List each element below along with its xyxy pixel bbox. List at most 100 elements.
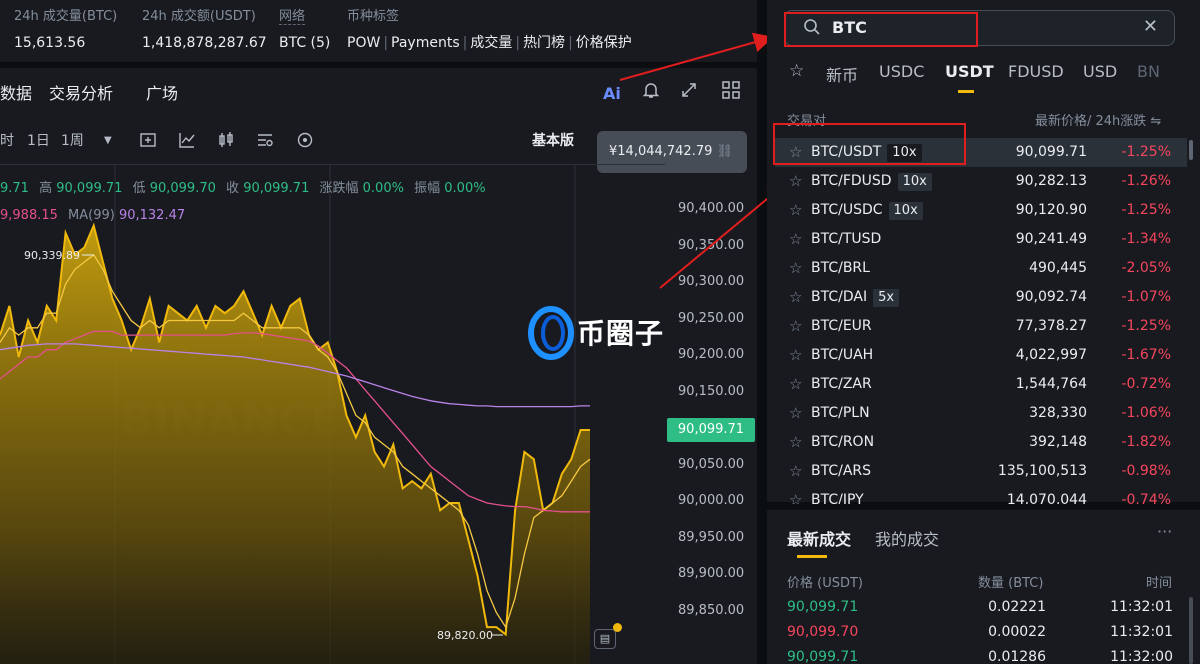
pair-row[interactable]: ☆ BTC/FDUSD 10x 90,282.13 -1.26%	[775, 167, 1187, 196]
trade-time: 11:32:01	[1110, 599, 1173, 615]
pair-price: 90,241.49	[1015, 231, 1087, 247]
favorite-star-icon[interactable]: ☆	[789, 491, 802, 504]
pair-price: 135,100,513	[997, 463, 1087, 479]
pair-row[interactable]: ☆ BTC/DAI 5x 90,092.74 -1.07%	[775, 283, 1187, 312]
pair-symbol: BTC/DAI	[811, 289, 868, 305]
pair-name-cell: BTC/DAI 5x	[811, 289, 900, 307]
pair-price: 90,120.90	[1015, 202, 1087, 218]
pair-name-cell: BTC/TUSD	[811, 231, 881, 247]
pair-change: -0.74%	[1121, 492, 1171, 504]
pair-name-cell: BTC/ZAR	[811, 376, 872, 392]
trades-header-price: 价格 (USDT)	[787, 576, 863, 591]
pair-symbol: BTC/UAH	[811, 347, 874, 363]
pair-price: 90,099.71	[1015, 144, 1087, 160]
pair-price: 90,092.74	[1015, 289, 1087, 305]
pair-name-cell: BTC/USDC 10x	[811, 202, 923, 220]
favorite-star-icon[interactable]: ☆	[789, 346, 802, 364]
pair-price: 77,378.27	[1015, 318, 1087, 334]
y-tick-label: 89,850.00	[678, 602, 745, 618]
pair-symbol: BTC/JPY	[811, 492, 864, 504]
pair-row[interactable]: ☆ BTC/EUR 77,378.27 -1.25%	[775, 312, 1187, 341]
pair-name-cell: BTC/BRL	[811, 260, 870, 276]
trade-qty: 0.01286	[988, 649, 1046, 664]
trade-time: 11:32:01	[1110, 624, 1173, 640]
pair-change: -1.82%	[1121, 434, 1171, 450]
favorite-star-icon[interactable]: ☆	[789, 172, 802, 190]
tab-my-trades[interactable]: 我的成交	[875, 526, 939, 550]
pair-change: -2.05%	[1121, 260, 1171, 276]
trades-scrollbar[interactable]	[1189, 597, 1193, 664]
pair-row[interactable]: ☆ BTC/ARS 135,100,513 -0.98%	[775, 457, 1187, 486]
pair-name-cell: BTC/EUR	[811, 318, 872, 334]
pair-symbol: BTC/FDUSD	[811, 173, 892, 189]
annotation-box-btc-usdt	[773, 123, 966, 165]
pair-change: -1.34%	[1121, 231, 1171, 247]
more-options-icon[interactable]: ···	[1157, 522, 1172, 541]
favorite-star-icon[interactable]: ☆	[789, 288, 802, 306]
pair-price: 14,070,044	[1006, 492, 1087, 504]
leverage-badge: 5x	[873, 289, 900, 307]
trade-row: 90,099.70 0.00022 11:32:01	[767, 622, 1200, 646]
pair-change: -1.07%	[1121, 289, 1171, 305]
trade-price: 90,099.71	[787, 649, 859, 664]
pair-change: -1.67%	[1121, 347, 1171, 363]
pair-name-cell: BTC/PLN	[811, 405, 870, 421]
pair-name-cell: BTC/ARS	[811, 463, 871, 479]
pair-row[interactable]: ☆ BTC/USDC 10x 90,120.90 -1.25%	[775, 196, 1187, 225]
pair-change: -1.06%	[1121, 405, 1171, 421]
trade-qty: 0.00022	[988, 624, 1046, 640]
notification-dot	[613, 623, 622, 632]
pair-price: 490,445	[1029, 260, 1087, 276]
pair-symbol: BTC/TUSD	[811, 231, 882, 247]
pair-name-cell: BTC/FDUSD 10x	[811, 173, 932, 191]
pair-change: -0.98%	[1121, 463, 1171, 479]
trades-header-time: 时间	[1146, 576, 1173, 591]
favorite-star-icon[interactable]: ☆	[789, 259, 802, 277]
y-tick-label: 89,900.00	[678, 566, 745, 581]
pair-change: -1.25%	[1121, 318, 1171, 334]
pair-name-cell: BTC/RON	[811, 434, 874, 450]
trade-price: 90,099.70	[787, 624, 859, 640]
layers-icon[interactable]: ▤	[594, 629, 616, 649]
trade-time: 11:32:00	[1110, 649, 1173, 664]
pair-symbol: BTC/EUR	[811, 318, 872, 334]
favorite-star-icon[interactable]: ☆	[789, 462, 802, 480]
pair-symbol: BTC/BRL	[811, 260, 870, 276]
trade-price: 90,099.71	[787, 599, 859, 615]
trades-tab-indicator	[797, 555, 827, 558]
pair-symbol: BTC/RON	[811, 434, 875, 450]
pair-row[interactable]: ☆ BTC/RON 392,148 -1.82%	[775, 428, 1187, 457]
pair-symbol: BTC/ZAR	[811, 376, 872, 392]
pair-symbol: BTC/ARS	[811, 463, 872, 479]
low-price-label: 89,820.00	[437, 629, 493, 642]
pair-row[interactable]: ☆ BTC/BRL 490,445 -2.05%	[775, 254, 1187, 283]
tab-latest-trades[interactable]: 最新成交	[787, 526, 851, 550]
pair-row[interactable]: ☆ BTC/JPY 14,070,044 -0.74%	[775, 486, 1187, 504]
pair-change: -0.72%	[1121, 376, 1171, 392]
leverage-badge: 10x	[888, 202, 923, 220]
pair-change: -1.25%	[1121, 144, 1171, 160]
favorite-star-icon[interactable]: ☆	[789, 201, 802, 219]
list-scrollbar[interactable]	[1189, 140, 1193, 160]
pair-row[interactable]: ☆ BTC/PLN 328,330 -1.06%	[775, 399, 1187, 428]
favorite-star-icon[interactable]: ☆	[789, 375, 802, 393]
y-tick-label: 89,950.00	[678, 529, 745, 545]
pair-price: 4,022,997	[1015, 347, 1087, 363]
favorite-star-icon[interactable]: ☆	[789, 230, 802, 248]
favorite-star-icon[interactable]: ☆	[789, 433, 802, 451]
pair-name-cell: BTC/UAH	[811, 347, 873, 363]
pair-symbol: BTC/PLN	[811, 405, 870, 421]
leverage-badge: 10x	[897, 173, 932, 191]
trade-row: 90,099.71 0.01286 11:32:00	[767, 647, 1200, 664]
pair-change: -1.25%	[1121, 202, 1171, 218]
pair-price: 1,544,764	[1015, 376, 1087, 392]
favorite-star-icon[interactable]: ☆	[789, 317, 802, 335]
pair-price: 392,148	[1029, 434, 1087, 450]
pair-row[interactable]: ☆ BTC/ZAR 1,544,764 -0.72%	[775, 370, 1187, 399]
pair-price: 90,282.13	[1015, 173, 1087, 189]
pair-row[interactable]: ☆ BTC/TUSD 90,241.49 -1.34%	[775, 225, 1187, 254]
pair-price: 328,330	[1029, 405, 1087, 421]
trade-row: 90,099.71 0.02221 11:32:01	[767, 597, 1200, 621]
pair-row[interactable]: ☆ BTC/UAH 4,022,997 -1.67%	[775, 341, 1187, 370]
favorite-star-icon[interactable]: ☆	[789, 404, 802, 422]
